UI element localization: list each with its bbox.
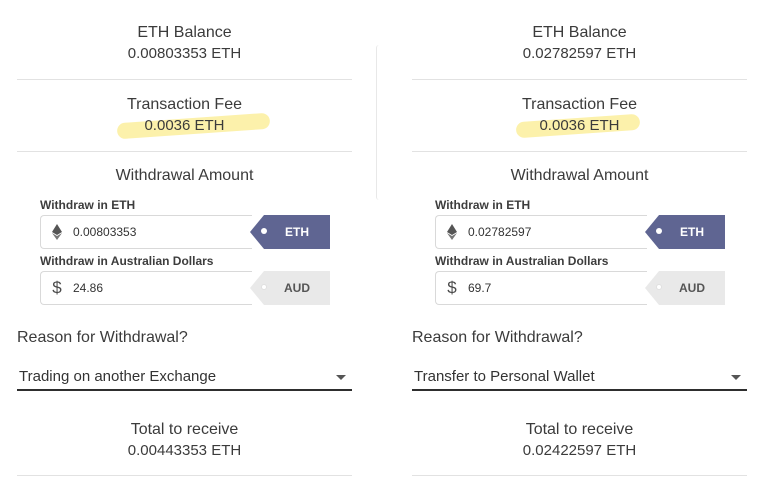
- eth-currency-tag[interactable]: ETH: [645, 215, 725, 249]
- reason-select[interactable]: Transfer to Personal Wallet: [412, 361, 747, 391]
- withdraw-aud-title: Withdraw in Australian Dollars: [435, 254, 609, 268]
- reason-label: Reason for Withdrawal?: [412, 329, 583, 346]
- transaction-fee-label: Transaction Fee: [521, 96, 637, 113]
- eth-balance-label: ETH Balance: [137, 24, 232, 41]
- tag-dot: [656, 228, 662, 234]
- dollar-icon: $: [447, 278, 457, 297]
- aud-currency-tag[interactable]: AUD: [250, 271, 330, 305]
- dollar-icon: $: [52, 278, 62, 297]
- ethereum-icon: [51, 223, 63, 241]
- total-receive-label: Total to receive: [525, 421, 634, 438]
- chevron-down-icon: [731, 375, 741, 380]
- eth-balance-value: 0.02782597 ETH: [522, 45, 637, 62]
- withdraw-eth-title: Withdraw in ETH: [40, 198, 136, 212]
- withdraw-aud-title: Withdraw in Australian Dollars: [40, 254, 214, 268]
- withdraw-aud-input[interactable]: $ 69.7: [435, 271, 647, 305]
- tag-dot: [656, 284, 662, 290]
- eth-currency-tag[interactable]: ETH: [250, 215, 330, 249]
- tag-dot: [261, 228, 267, 234]
- reason-selected-value: Transfer to Personal Wallet: [414, 368, 595, 385]
- eth-balance-value: 0.00803353 ETH: [127, 45, 242, 62]
- withdraw-eth-title: Withdraw in ETH: [435, 198, 531, 212]
- withdraw-eth-input[interactable]: 0.00803353: [40, 215, 252, 249]
- divider: [412, 475, 747, 476]
- withdraw-aud-value[interactable]: 69.7: [468, 281, 628, 295]
- panel-divider: [376, 45, 379, 200]
- withdraw-eth-input[interactable]: 0.02782597: [435, 215, 647, 249]
- eth-balance-label: ETH Balance: [532, 24, 627, 41]
- withdraw-aud-value[interactable]: 24.86: [73, 281, 233, 295]
- divider: [17, 79, 352, 80]
- transaction-fee-value: 0.0036 ETH: [539, 117, 620, 134]
- withdrawal-panel-right: ETH Balance 0.02782597 ETH Transaction F…: [412, 0, 748, 479]
- reason-selected-value: Trading on another Exchange: [19, 368, 217, 385]
- chevron-down-icon: [336, 375, 346, 380]
- total-receive-value: 0.00443353 ETH: [127, 442, 242, 459]
- withdraw-eth-value[interactable]: 0.00803353: [73, 225, 233, 239]
- total-receive-value: 0.02422597 ETH: [522, 442, 637, 459]
- total-receive-label: Total to receive: [130, 421, 239, 438]
- aud-currency-tag[interactable]: AUD: [645, 271, 725, 305]
- transaction-fee-label: Transaction Fee: [126, 96, 242, 113]
- reason-select[interactable]: Trading on another Exchange: [17, 361, 352, 391]
- ethereum-icon: [446, 223, 458, 241]
- withdraw-aud-input[interactable]: $ 24.86: [40, 271, 252, 305]
- divider: [17, 151, 352, 152]
- withdrawal-amount-label: Withdrawal Amount: [510, 167, 649, 184]
- eth-tag-label: ETH: [285, 225, 309, 239]
- withdraw-eth-value[interactable]: 0.02782597: [468, 225, 628, 239]
- withdrawal-panel-left: ETH Balance 0.00803353 ETH Transaction F…: [17, 0, 353, 479]
- divider: [412, 79, 747, 80]
- aud-tag-label: AUD: [679, 281, 705, 295]
- eth-tag-label: ETH: [680, 225, 704, 239]
- divider: [17, 475, 352, 476]
- reason-label: Reason for Withdrawal?: [17, 329, 188, 346]
- divider: [412, 151, 747, 152]
- withdrawal-amount-label: Withdrawal Amount: [115, 167, 254, 184]
- transaction-fee-value: 0.0036 ETH: [144, 117, 225, 134]
- tag-dot: [261, 284, 267, 290]
- aud-tag-label: AUD: [284, 281, 310, 295]
